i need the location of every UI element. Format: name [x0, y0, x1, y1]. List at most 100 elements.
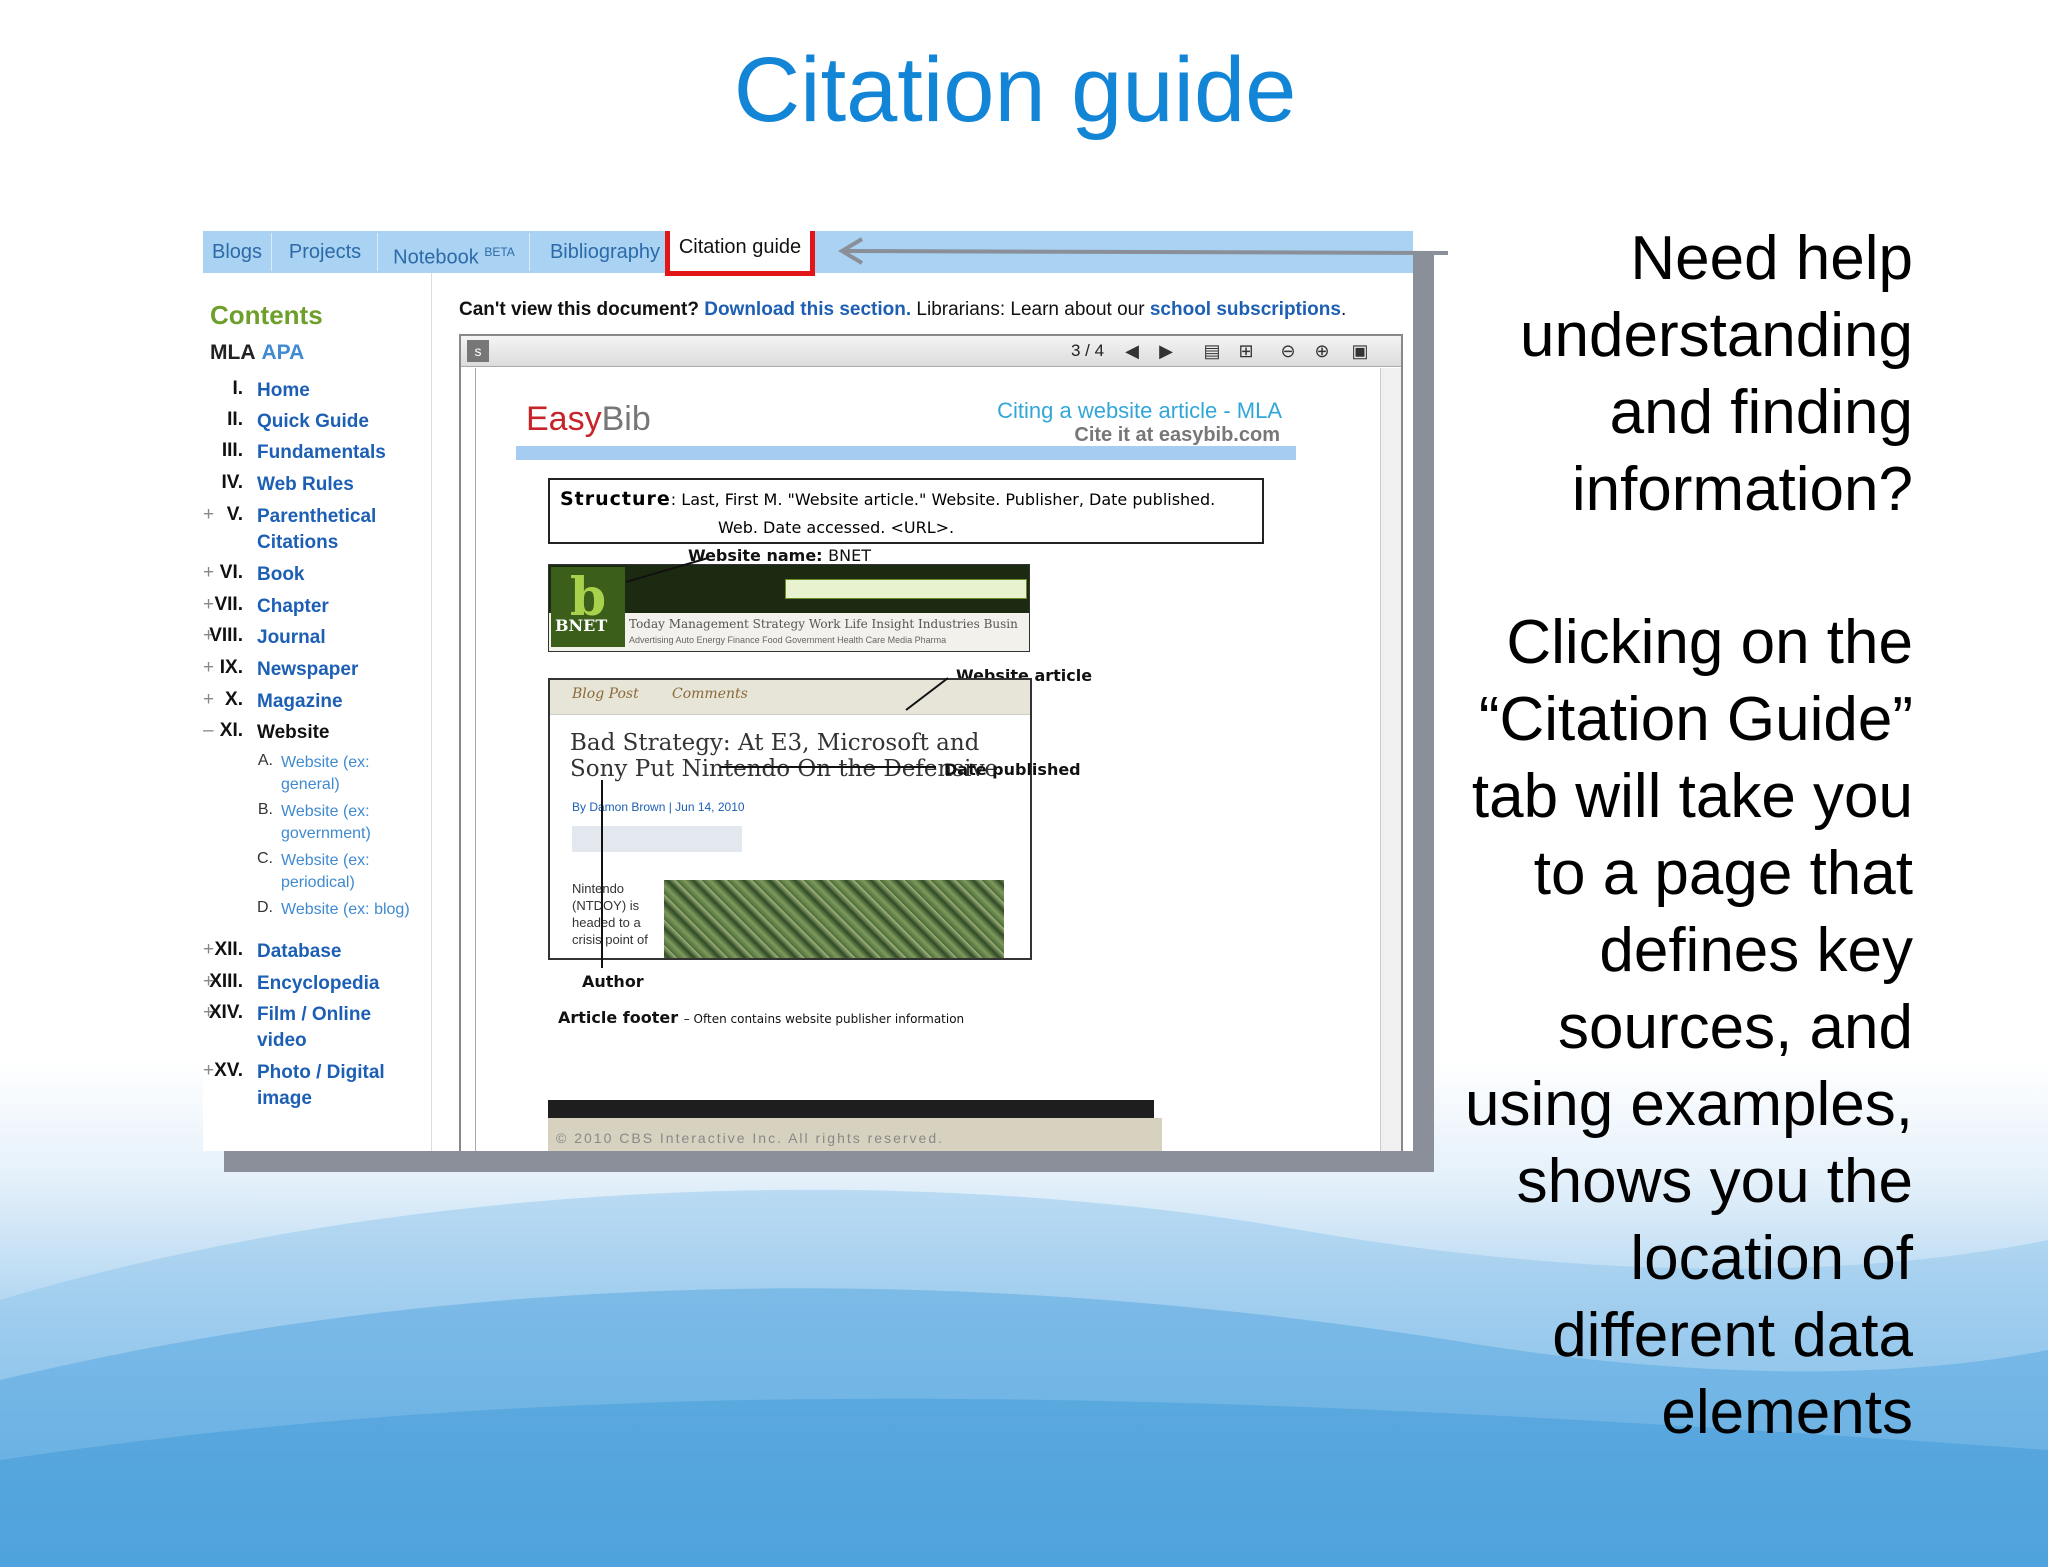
side-text-line: information? [1571, 455, 1913, 524]
bnet-logo-word: BNET [555, 616, 608, 635]
toc-num: VII. [214, 594, 243, 615]
structure-line-2: Web. Date accessed. <URL>. [718, 518, 955, 537]
article-footer-note: – Often contains website publisher infor… [683, 1012, 965, 1026]
toc-sublabel: Website (ex: blog) [281, 901, 410, 918]
zoom-out-icon[interactable]: ⊖ [1277, 340, 1299, 362]
tab-projects[interactable]: Projects [273, 233, 378, 271]
toc-num: IX. [219, 657, 243, 678]
single-page-view-icon[interactable]: ▤ [1201, 340, 1223, 362]
side-text-line: using examples, [1464, 1070, 1913, 1139]
side-text-line: tab will take you [1471, 762, 1913, 831]
toc-label: Newspaper [257, 659, 359, 680]
structure-box: Structure: Last, First M. "Website artic… [548, 478, 1264, 544]
style-apa[interactable]: APA [262, 341, 305, 364]
bnet-logo: b BNET [551, 567, 625, 647]
tab-notebook-label: Notebook [393, 246, 479, 269]
toc-subnum: C. [257, 850, 273, 867]
previous-page-icon[interactable]: ◀ [1121, 340, 1143, 362]
article-byline: By Damon Brown | Jun 14, 2010 [572, 800, 745, 814]
toc-num: II. [227, 409, 243, 430]
toc-label: Quick Guide [257, 411, 369, 432]
viewer-scrollbar[interactable] [1380, 368, 1401, 1151]
toc-label: Fundamentals [257, 442, 386, 463]
toc-sublabel: Website (ex: government) [281, 803, 371, 842]
side-text-line: Clicking on the [1506, 608, 1913, 677]
side-explanation-text: Clicking on the “Citation Guide” tab wil… [1465, 604, 1913, 1451]
article-tab-comments: Comments [672, 686, 748, 702]
doc-subtitle: Cite it at easybib.com [1074, 424, 1280, 446]
zoom-in-icon[interactable]: ⊕ [1311, 340, 1333, 362]
doc-title: Citing a website article - MLA [997, 398, 1282, 423]
toc-label: Journal [257, 627, 326, 648]
toc-subnum: D. [257, 899, 273, 916]
bnet-search-input [785, 579, 1027, 599]
side-text-line: and finding [1609, 378, 1913, 447]
tab-citation-guide-label: Citation guide [678, 236, 802, 258]
toc-num: VIII. [209, 625, 243, 646]
notice-period: . [1340, 299, 1347, 320]
website-name-value: BNET [828, 546, 871, 565]
date-published-annotation: Date published [944, 760, 1081, 779]
toc-num: X. [225, 689, 243, 710]
embedded-screenshot: Blogs Projects Notebook BETA Bibliograph… [203, 231, 1413, 1151]
toc-num: XIV. [208, 1002, 243, 1023]
author-annotation: Author [582, 972, 644, 991]
grid-view-icon[interactable]: ⊞ [1235, 340, 1257, 362]
toc-num: XII. [214, 939, 243, 960]
style-mla[interactable]: MLA [210, 341, 256, 364]
toc-label: Database [257, 941, 342, 962]
article-tabs: Blog Post Comments [550, 680, 1030, 715]
side-text-line: defines key [1599, 916, 1913, 985]
toc-label: Website [257, 722, 330, 743]
tab-blogs-label: Blogs [211, 241, 263, 263]
structure-line-1: : Last, First M. "Website article." Webs… [670, 490, 1216, 509]
tab-projects-label: Projects [288, 241, 362, 263]
toc-label: Magazine [257, 691, 343, 712]
beta-badge: BETA [484, 245, 515, 259]
tab-bibliography[interactable]: Bibliography [531, 233, 680, 271]
side-text-line: “Citation Guide” [1478, 685, 1913, 754]
website-name-label: Website name: [688, 546, 823, 565]
download-section-link[interactable]: Download this section. [704, 299, 911, 320]
article-footer-label: Article footer [558, 1008, 679, 1027]
side-text-line: elements [1661, 1378, 1913, 1447]
article-footer-annotation: Article footer – Often contains website … [558, 1008, 964, 1027]
easybib-logo: EasyBib [526, 400, 651, 439]
next-page-icon[interactable]: ▶ [1155, 340, 1177, 362]
cant-view-text: Can't view this document? [459, 299, 699, 320]
toc-label: Photo / Digital image [257, 1062, 385, 1109]
toc-label: Home [257, 380, 310, 401]
toc-num: V. [226, 504, 243, 525]
side-text-line: shows you the [1516, 1147, 1913, 1216]
toc-subnum: A. [257, 752, 273, 769]
document-notice: Can't view this document? Download this … [459, 299, 1346, 321]
toc-label: Encyclopedia [257, 973, 380, 994]
doc-header-bar [516, 446, 1296, 460]
article-snapshot: Blog Post Comments Bad Strategy: At E3, … [548, 678, 1032, 960]
article-body: Nintendo (NTDOY) is headed to a crisis p… [572, 881, 648, 947]
scribd-logo-icon[interactable]: s [467, 340, 489, 362]
librarians-text: Librarians: Learn about our [916, 299, 1145, 320]
easybib-logo-bib: Bib [601, 400, 651, 438]
tab-notebook[interactable]: Notebook BETA [379, 233, 530, 271]
tab-blogs[interactable]: Blogs [203, 233, 272, 271]
side-text-line: Need help [1630, 224, 1913, 293]
toc-num: IV. [221, 472, 244, 493]
toc-num: XIII. [209, 971, 243, 992]
side-text-line: to a page that [1533, 839, 1913, 908]
tab-citation-guide[interactable]: Citation guide [665, 231, 815, 276]
site-footer-snapshot: © 2010 CBS Interactive Inc. All rights r… [548, 1100, 1162, 1151]
page-indicator: 3 / 4 [1071, 341, 1105, 360]
school-subscriptions-link[interactable]: school subscriptions [1150, 299, 1341, 320]
bnet-nav: Today Management Strategy Work Life Insi… [629, 617, 1018, 631]
slide-title: Citation guide [733, 39, 1297, 141]
side-text-line: understanding [1520, 301, 1913, 370]
article-tab-blog-post: Blog Post [572, 686, 639, 702]
side-question-text: Need help understanding and finding info… [1520, 220, 1913, 528]
toc-label: Chapter [257, 596, 329, 617]
side-text-line: location of [1630, 1224, 1913, 1293]
bnet-subnav: Advertising Auto Energy Finance Food Gov… [629, 635, 947, 645]
document-page: EasyBib Citing a website article - MLA C… [475, 368, 1382, 1151]
fullscreen-icon[interactable]: ▣ [1349, 340, 1371, 362]
toc-label: Parenthetical Citations [257, 506, 377, 553]
